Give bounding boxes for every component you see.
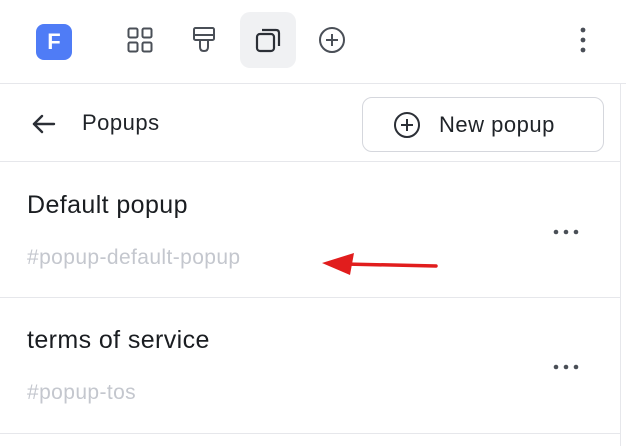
logo-letter: F bbox=[47, 29, 61, 54]
popup-slug: #popup-default-popup bbox=[27, 246, 241, 269]
popup-list-item[interactable]: Default popup #popup-default-popup bbox=[0, 162, 620, 298]
top-toolbar: F bbox=[0, 0, 626, 84]
add-tool-button[interactable] bbox=[304, 12, 360, 68]
new-popup-label: New popup bbox=[439, 111, 555, 137]
popup-slug: #popup-tos bbox=[27, 381, 137, 404]
popups-tool-button[interactable] bbox=[240, 12, 296, 68]
paint-roller-icon bbox=[193, 27, 215, 53]
popup-menu-button[interactable] bbox=[548, 357, 584, 377]
grid-tool-button[interactable] bbox=[112, 12, 168, 68]
vertical-ellipsis-icon bbox=[580, 27, 586, 53]
popup-name: terms of service bbox=[27, 326, 210, 354]
horizontal-ellipsis-icon bbox=[553, 229, 579, 235]
red-arrow-icon bbox=[322, 253, 438, 275]
page-title: Popups bbox=[82, 110, 160, 135]
style-tool-button[interactable] bbox=[176, 12, 232, 68]
horizontal-ellipsis-icon bbox=[553, 364, 579, 370]
plus-circle-icon bbox=[319, 27, 345, 53]
grid-icon bbox=[127, 27, 153, 53]
more-options-button[interactable] bbox=[568, 24, 598, 56]
new-popup-button[interactable]: New popup bbox=[362, 97, 604, 152]
back-button[interactable] bbox=[28, 108, 60, 140]
panel-divider bbox=[620, 84, 621, 446]
popup-menu-button[interactable] bbox=[548, 222, 584, 242]
popup-list-item[interactable]: terms of service #popup-tos bbox=[0, 298, 620, 434]
popup-name: Default popup bbox=[27, 191, 188, 219]
plus-circle-icon bbox=[393, 111, 421, 139]
popups-stack-icon bbox=[255, 28, 281, 53]
popups-header: Popups New popup bbox=[0, 84, 620, 162]
arrow-left-icon bbox=[32, 114, 56, 134]
app-logo[interactable]: F bbox=[36, 24, 72, 60]
